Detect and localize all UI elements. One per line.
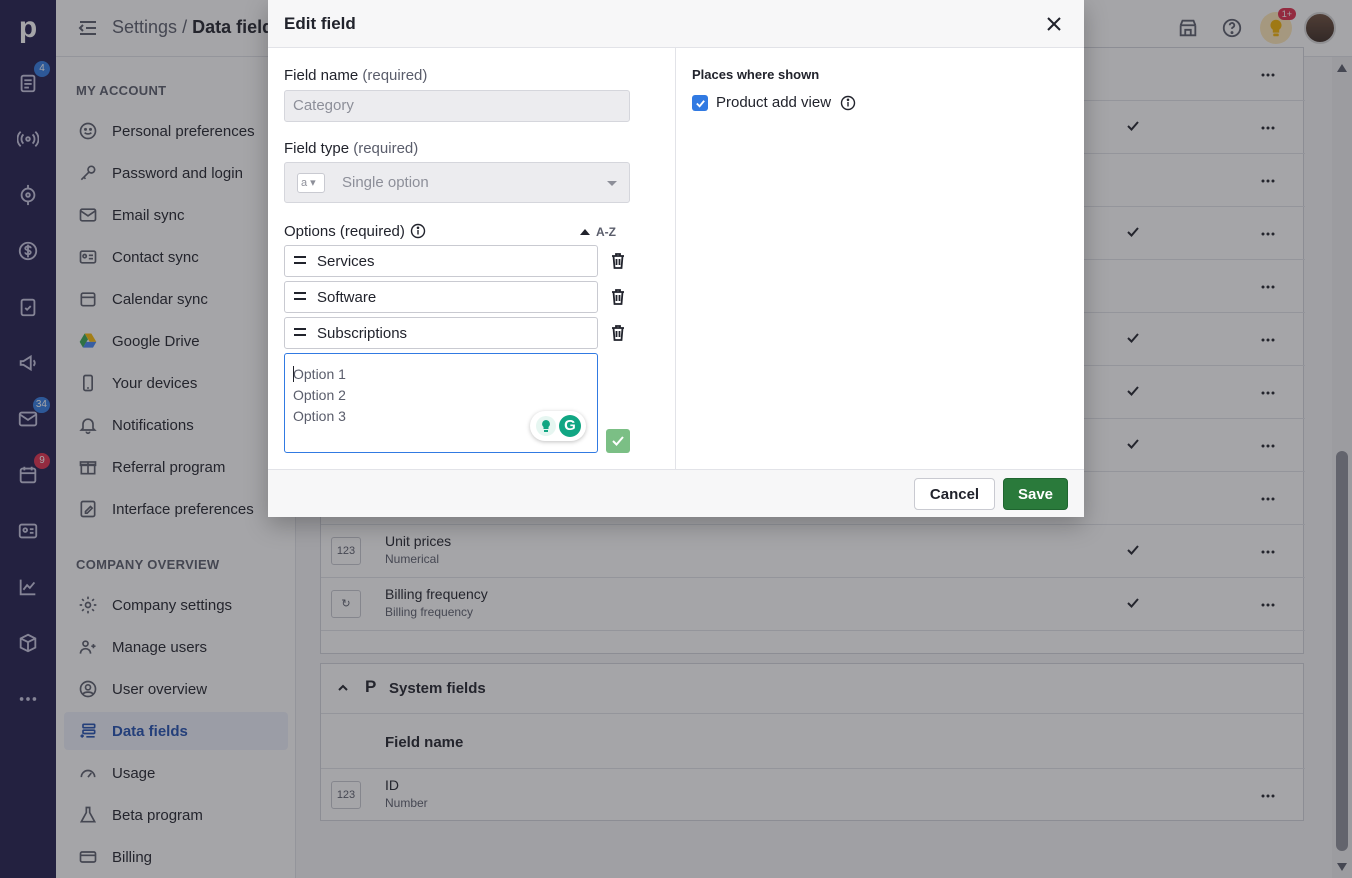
product-add-view-checkbox[interactable] <box>692 95 708 111</box>
option-row[interactable]: Services <box>284 245 598 277</box>
new-options-placeholder: Option 1 Option 2 Option 3 <box>293 366 346 424</box>
dialog-footer: Cancel Save <box>268 469 1084 517</box>
grammarly-icon: G <box>559 415 581 437</box>
field-type-select: a ▾ Single option <box>284 162 630 203</box>
dialog-header: Edit field <box>268 0 1084 48</box>
chevron-down-icon <box>607 181 617 186</box>
new-options-textarea[interactable]: Option 1 Option 2 Option 3 G <box>284 353 598 453</box>
option-value: Subscriptions <box>317 325 408 342</box>
options-label: Options (required) <box>284 223 405 240</box>
column-divider <box>675 48 676 469</box>
field-name-input: Category <box>284 90 630 122</box>
check-icon <box>695 99 705 108</box>
field-type-value: Single option <box>342 174 429 191</box>
option-value: Services <box>317 253 375 270</box>
trash-icon[interactable] <box>610 288 626 306</box>
save-button[interactable]: Save <box>1003 478 1068 510</box>
dialog-title: Edit field <box>284 14 356 33</box>
drag-handle-icon[interactable] <box>294 256 306 264</box>
option-row[interactable]: Subscriptions <box>284 317 598 349</box>
info-icon[interactable] <box>840 95 856 111</box>
sort-up-icon <box>580 229 590 235</box>
trash-icon[interactable] <box>610 324 626 342</box>
edit-field-dialog: Edit field Field name (required) Categor… <box>268 0 1084 517</box>
trash-icon[interactable] <box>610 252 626 270</box>
close-button[interactable] <box>1044 14 1064 34</box>
grammarly-bulb-icon <box>536 416 556 436</box>
drag-handle-icon[interactable] <box>294 328 306 336</box>
close-icon <box>1047 17 1061 31</box>
sort-az-button[interactable]: A-Z <box>580 225 616 239</box>
info-icon[interactable] <box>410 223 426 239</box>
add-options-button[interactable] <box>606 429 630 453</box>
product-add-view-label: Product add view <box>716 94 832 111</box>
field-type-label: Field type (required) <box>284 140 419 157</box>
option-row[interactable]: Software <box>284 281 598 313</box>
check-icon <box>612 436 624 446</box>
grammarly-widget[interactable]: G <box>530 411 586 441</box>
field-name-label: Field name (required) <box>284 67 428 84</box>
single-option-icon: a ▾ <box>297 173 325 193</box>
cancel-button[interactable]: Cancel <box>914 478 995 510</box>
drag-handle-icon[interactable] <box>294 292 306 300</box>
places-where-shown-heading: Places where shown <box>692 67 820 82</box>
option-value: Software <box>317 289 377 306</box>
text-cursor <box>293 366 294 382</box>
